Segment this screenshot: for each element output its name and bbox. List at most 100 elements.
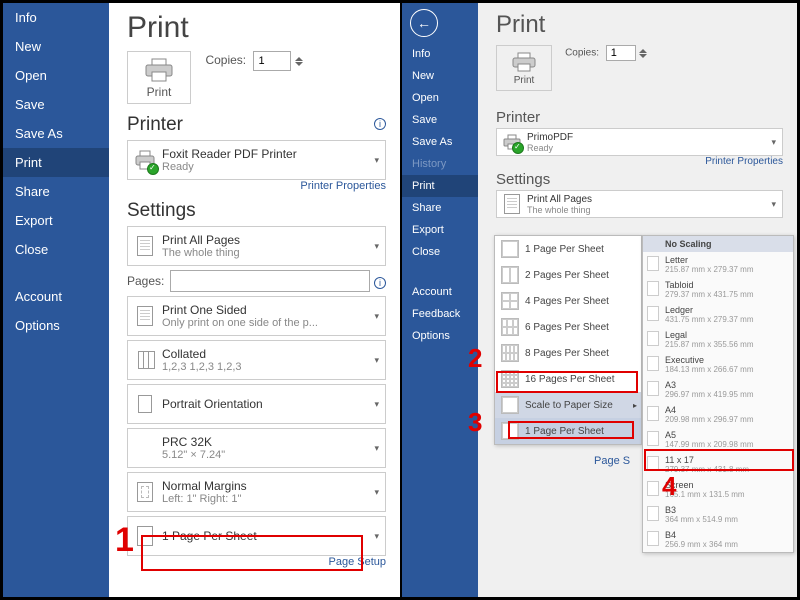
menu-item-scale-to-paper[interactable]: Scale to Paper Size▸ (495, 392, 641, 418)
flyout-item-tabloid[interactable]: Tabloid279.37 mm x 431.75 mm (643, 277, 793, 302)
flyout-item-b4[interactable]: B4256.9 mm x 364 mm (643, 527, 793, 552)
flyout-item-letter[interactable]: Letter215.87 mm x 279.37 mm (643, 252, 793, 277)
paper-size-selector[interactable]: PRC 32K5.12" × 7.24" ▾ (127, 428, 386, 468)
sidebar-item-info[interactable]: Info (402, 43, 478, 65)
pages-input[interactable] (170, 270, 370, 292)
menu-item-2pps[interactable]: 2 Pages Per Sheet (495, 262, 641, 288)
orientation-selector[interactable]: Portrait Orientation ▾ (127, 384, 386, 424)
submenu-arrow-icon: ▸ (633, 401, 637, 410)
sidebar-item-open[interactable]: Open (3, 61, 109, 90)
print-panel: Print Print Copies: i Printer Foxit Read… (109, 3, 400, 597)
page-title: Print (496, 11, 783, 39)
flyout-item-ledger[interactable]: Ledger431.75 mm x 279.37 mm (643, 302, 793, 327)
collate-icon (138, 351, 153, 369)
copies-input[interactable] (253, 51, 291, 71)
menu-item-16pps[interactable]: 16 Pages Per Sheet (495, 366, 641, 392)
print-range-selector[interactable]: Print All PagesThe whole thing ▾ (496, 190, 783, 218)
copies-label: Copies: (205, 53, 246, 67)
sided-selector[interactable]: Print One SidedOnly print on one side of… (127, 296, 386, 336)
sidebar-item-save[interactable]: Save (402, 109, 478, 131)
sidebar-item-options[interactable]: Options (402, 325, 478, 347)
margins-icon (137, 482, 153, 502)
document-icon (137, 236, 153, 256)
grid-4-icon (501, 292, 519, 310)
sidebar-item-saveas[interactable]: Save As (3, 119, 109, 148)
back-button[interactable]: ← (410, 9, 438, 37)
sidebar-item-history: History (402, 153, 478, 175)
right-screenshot: ← Info New Open Save Save As History Pri… (402, 3, 797, 597)
sidebar-item-export[interactable]: Export (402, 219, 478, 241)
back-arrow-icon: ← (417, 15, 431, 31)
menu-item-6pps[interactable]: 6 Pages Per Sheet (495, 314, 641, 340)
pages-per-sheet-menu: 1 Page Per Sheet 2 Pages Per Sheet 4 Pag… (494, 235, 642, 445)
flyout-item-a3[interactable]: A3296.97 mm x 419.95 mm (643, 377, 793, 402)
sidebar-item-save[interactable]: Save (3, 90, 109, 119)
page-title: Print (127, 11, 386, 45)
collate-selector[interactable]: Collated1,2,3 1,2,3 1,2,3 ▾ (127, 340, 386, 380)
menu-item-4pps[interactable]: 4 Pages Per Sheet (495, 288, 641, 314)
sidebar-item-print[interactable]: Print (402, 175, 478, 197)
copies-spinner[interactable] (295, 56, 307, 67)
margins-selector[interactable]: Normal MarginsLeft: 1" Right: 1" ▾ (127, 472, 386, 512)
print-button[interactable]: Print (127, 51, 191, 104)
print-button[interactable]: Print (496, 45, 552, 91)
flyout-item-legal[interactable]: Legal215.87 mm x 355.56 mm (643, 327, 793, 352)
printer-icon (511, 52, 537, 72)
sidebar-item-saveas[interactable]: Save As (402, 131, 478, 153)
printer-selector[interactable]: PrimoPDFReady ▾ (496, 128, 783, 156)
page-setup-link[interactable]: Page S (594, 455, 630, 467)
info-icon[interactable]: i (374, 118, 386, 130)
printer-heading: Printer (127, 114, 386, 136)
flyout-item-noscaling[interactable]: No Scaling (643, 236, 793, 252)
flyout-item-a4[interactable]: A4209.98 mm x 296.97 mm (643, 402, 793, 427)
copies-label: Copies: (565, 48, 599, 59)
sidebar-item-info[interactable]: Info (3, 3, 109, 32)
flyout-item-a5[interactable]: A5147.99 mm x 209.98 mm (643, 427, 793, 452)
printer-selector[interactable]: Foxit Reader PDF PrinterReady ▾ (127, 140, 386, 180)
pages-label: Pages: (127, 274, 164, 288)
sidebar-item-feedback[interactable]: Feedback (402, 303, 478, 325)
info-icon[interactable]: i (374, 277, 386, 289)
portrait-icon (138, 395, 152, 413)
document-icon (504, 194, 520, 214)
left-screenshot: Info New Open Save Save As Print Share E… (3, 3, 402, 597)
sidebar-item-options[interactable]: Options (3, 311, 109, 340)
sidebar-item-account[interactable]: Account (3, 282, 109, 311)
flyout-item-executive[interactable]: Executive184.13 mm x 266.67 mm (643, 352, 793, 377)
menu-item-1pps[interactable]: 1 Page Per Sheet (495, 236, 641, 262)
sidebar-item-close[interactable]: Close (402, 241, 478, 263)
menu-item-8pps[interactable]: 8 Pages Per Sheet (495, 340, 641, 366)
printer-heading: Printer (496, 109, 783, 126)
sidebar-item-print[interactable]: Print (3, 148, 109, 177)
sidebar-item-account[interactable]: Account (402, 281, 478, 303)
flyout-item-11x17[interactable]: 11 x 17279.37 mm x 431.8 mm (643, 452, 793, 477)
grid-6-icon (501, 318, 519, 336)
copies-input[interactable] (606, 45, 636, 61)
sidebar-item-share[interactable]: Share (402, 197, 478, 219)
grid-1-icon (501, 422, 519, 440)
sidebar-item-share[interactable]: Share (3, 177, 109, 206)
flyout-item-screen[interactable]: Screen165.1 mm x 131.5 mm (643, 477, 793, 502)
sidebar-item-open[interactable]: Open (402, 87, 478, 109)
paper-size-flyout: No Scaling Letter215.87 mm x 279.37 mm T… (642, 235, 794, 553)
copies-spinner[interactable] (639, 48, 651, 59)
sidebar-item-close[interactable]: Close (3, 235, 109, 264)
printer-icon (144, 58, 174, 82)
grid-1-icon (501, 240, 519, 258)
grid-2-icon (501, 266, 519, 284)
page-setup-link[interactable]: Page Setup (127, 556, 386, 568)
sidebar-item-export[interactable]: Export (3, 206, 109, 235)
ready-check-icon (512, 142, 524, 154)
menu-item-current-1pps[interactable]: 1 Page Per Sheet (495, 418, 641, 444)
sidebar-item-new[interactable]: New (3, 32, 109, 61)
pages-per-sheet-icon (137, 526, 153, 546)
settings-heading: Settings (127, 200, 386, 222)
print-range-selector[interactable]: Print All PagesThe whole thing ▾ (127, 226, 386, 266)
backstage-sidebar: Info New Open Save Save As Print Share E… (3, 3, 109, 597)
backstage-sidebar: ← Info New Open Save Save As History Pri… (402, 3, 478, 597)
flyout-item-b3[interactable]: B3364 mm x 514.9 mm (643, 502, 793, 527)
pages-per-sheet-selector[interactable]: 1 Page Per Sheet ▾ (127, 516, 386, 556)
sidebar-item-new[interactable]: New (402, 65, 478, 87)
printer-properties-link[interactable]: Printer Properties (127, 180, 386, 192)
printer-properties-link[interactable]: Printer Properties (496, 156, 783, 167)
